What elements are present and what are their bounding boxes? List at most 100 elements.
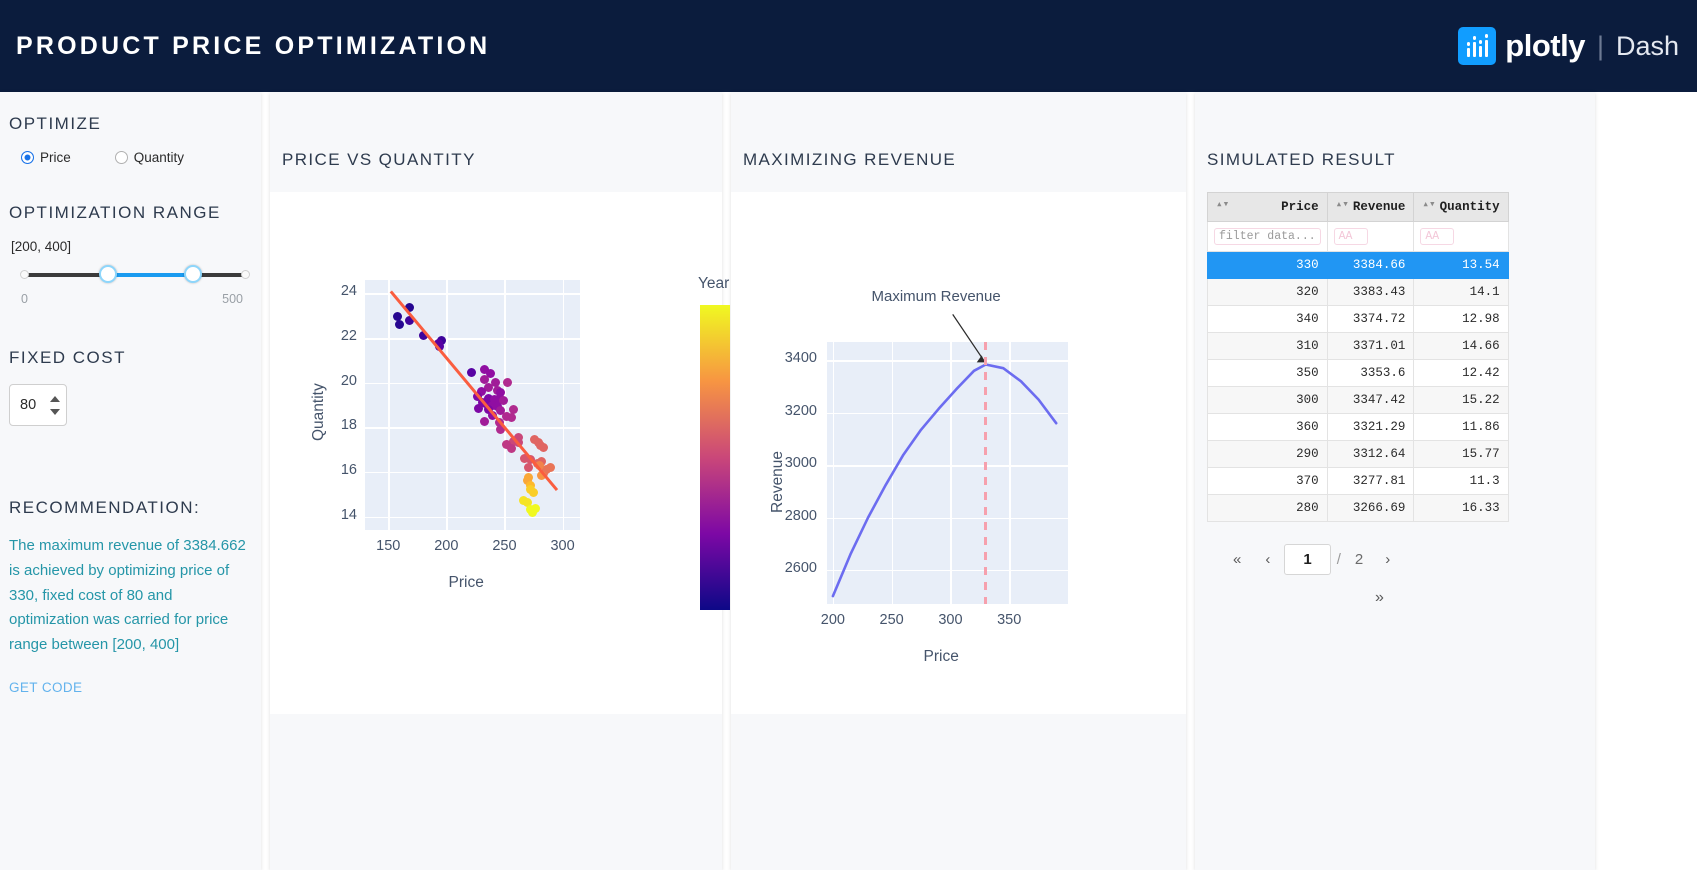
table-card-title: SIMULATED RESULT	[1207, 150, 1396, 169]
price-vs-quantity-plot[interactable]: 14 16 18 20 22 24 150 200 250 300 Price Quantity Yea…	[270, 192, 771, 714]
filter-cell-quantity[interactable]: AA	[1413, 221, 1509, 252]
sort-icon-quantity[interactable]: ▴▾	[1422, 200, 1435, 211]
cell-revenue[interactable]: 3371.01	[1326, 332, 1415, 360]
slider-handle-upper[interactable]	[184, 265, 203, 283]
stepper-decrement-icon[interactable]	[50, 408, 60, 415]
scatter-ytick-label: 24	[340, 283, 357, 300]
page-title: PRODUCT PRICE OPTIMIZATION	[16, 31, 491, 60]
slider-min-dot	[20, 270, 29, 279]
pagination-last-row[interactable]: »	[1365, 589, 1595, 607]
cell-revenue[interactable]: 3277.81	[1326, 467, 1415, 495]
table-row[interactable]: 320 3383.43 14.1	[1207, 278, 1509, 306]
revenue-line	[831, 363, 1058, 598]
scatter-gridline-y	[365, 338, 580, 340]
cell-price[interactable]: 340	[1207, 305, 1328, 333]
pagination-last-button[interactable]: »	[1365, 584, 1394, 611]
cell-price[interactable]: 320	[1207, 278, 1328, 306]
cell-quantity[interactable]: 16.33	[1413, 494, 1509, 522]
cell-price[interactable]: 330	[1207, 251, 1328, 279]
pagination-next-button[interactable]: ›	[1375, 546, 1400, 573]
maximizing-revenue-plot[interactable]: 2600 2800 3000 3200 3400 200 250 300 350 Maximum …	[731, 192, 1186, 714]
cell-quantity[interactable]: 15.77	[1413, 440, 1509, 468]
optimize-radio-group[interactable]: Price Quantity	[9, 150, 251, 165]
table-row[interactable]: 360 3321.29 11.86	[1207, 413, 1509, 441]
brand-product: Dash	[1615, 30, 1679, 61]
colorbar-gradient	[700, 305, 730, 610]
cell-price[interactable]: 290	[1207, 440, 1328, 468]
scatter-ytick-label: 16	[340, 461, 357, 478]
recommendation-title: RECOMMENDATION:	[9, 498, 201, 517]
column-header-revenue[interactable]: ▴▾ Revenue	[1326, 192, 1415, 222]
slider-max-label: 500	[222, 292, 243, 306]
cell-quantity[interactable]: 11.86	[1413, 413, 1509, 441]
cell-quantity[interactable]: 14.66	[1413, 332, 1509, 360]
pagination-current-page[interactable]: 1	[1284, 544, 1331, 575]
radio-button-price[interactable]	[21, 151, 34, 164]
cell-price[interactable]: 310	[1207, 332, 1328, 360]
cell-quantity[interactable]: 11.3	[1413, 467, 1509, 495]
cell-revenue[interactable]: 3384.66	[1326, 251, 1415, 279]
table-row[interactable]: 310 3371.01 14.66	[1207, 332, 1509, 360]
simulated-result-card: SIMULATED RESULT ▴▾ Price ▴▾ Revenue ▴▾ Qua…	[1195, 92, 1595, 870]
radio-label-quantity: Quantity	[133, 150, 185, 165]
table-row[interactable]: 340 3374.72 12.98	[1207, 305, 1509, 333]
slider-max-dot	[241, 270, 250, 279]
cell-revenue[interactable]: 3374.72	[1326, 305, 1415, 333]
filter-input-price[interactable]: filter data...	[1214, 228, 1321, 245]
cell-quantity[interactable]: 15.22	[1413, 386, 1509, 414]
cell-revenue[interactable]: 3312.64	[1326, 440, 1415, 468]
cell-price[interactable]: 360	[1207, 413, 1328, 441]
scatter-point	[529, 487, 538, 497]
simulated-result-table-wrap: ▴▾ Price ▴▾ Revenue ▴▾ Quantity filter data…	[1207, 192, 1595, 522]
cell-revenue[interactable]: 3266.69	[1326, 494, 1415, 522]
cell-price[interactable]: 370	[1207, 467, 1328, 495]
scatter-gridline-x	[504, 280, 506, 530]
filter-input-quantity[interactable]: AA	[1420, 228, 1455, 245]
range-value-readout: [200, 400]	[11, 239, 72, 254]
table-row[interactable]: 300 3347.42 15.22	[1207, 386, 1509, 414]
column-header-price[interactable]: ▴▾ Price	[1207, 192, 1328, 222]
table-row[interactable]: 350 3353.6 12.42	[1207, 359, 1509, 387]
cell-revenue[interactable]: 3347.42	[1326, 386, 1415, 414]
column-header-quantity[interactable]: ▴▾ Quantity	[1413, 192, 1509, 222]
cell-quantity[interactable]: 12.98	[1413, 305, 1509, 333]
cell-quantity[interactable]: 14.1	[1413, 278, 1509, 306]
get-code-link[interactable]: GET CODE	[9, 680, 82, 695]
cell-quantity[interactable]: 12.42	[1413, 359, 1509, 387]
cell-price[interactable]: 300	[1207, 386, 1328, 414]
cell-revenue[interactable]: 3321.29	[1326, 413, 1415, 441]
cell-quantity[interactable]: 13.54	[1413, 251, 1509, 279]
table-pagination[interactable]: « ‹ 1 / 2 ›	[1223, 544, 1595, 575]
pagination-prev-button[interactable]: ‹	[1255, 546, 1280, 573]
filter-input-revenue[interactable]: AA	[1333, 228, 1368, 245]
filter-cell-revenue[interactable]: AA	[1326, 221, 1415, 252]
cell-price[interactable]: 350	[1207, 359, 1328, 387]
max-revenue-vline	[984, 342, 988, 604]
table-row[interactable]: 370 3277.81 11.3	[1207, 467, 1509, 495]
radio-option-quantity[interactable]: Quantity	[114, 150, 185, 165]
radio-button-quantity[interactable]	[114, 151, 128, 164]
revenue-xaxis-label: Price	[923, 648, 959, 665]
radio-option-price[interactable]: Price	[21, 150, 71, 165]
filter-cell-price[interactable]: filter data...	[1207, 221, 1328, 252]
cell-revenue[interactable]: 3353.6	[1326, 359, 1415, 387]
scatter-gridline-y	[365, 293, 580, 295]
sort-icon-revenue[interactable]: ▴▾	[1336, 200, 1349, 211]
pagination-first-button[interactable]: «	[1223, 546, 1251, 573]
optimization-range-slider[interactable]	[20, 262, 250, 288]
cell-price[interactable]: 280	[1207, 494, 1328, 522]
fixed-cost-value[interactable]: 80	[20, 397, 36, 413]
table-row[interactable]: 280 3266.69 16.33	[1207, 494, 1509, 522]
table-filter-row[interactable]: filter data... AA AA	[1207, 221, 1509, 252]
sort-icon-price[interactable]: ▴▾	[1216, 200, 1229, 211]
slider-handle-lower[interactable]	[99, 265, 118, 283]
stepper-increment-icon[interactable]	[50, 395, 60, 402]
stepper-arrows[interactable]	[50, 395, 60, 415]
cell-revenue[interactable]: 3383.43	[1326, 278, 1415, 306]
simulated-result-table[interactable]: ▴▾ Price ▴▾ Revenue ▴▾ Quantity filter data…	[1207, 192, 1509, 522]
table-head: ▴▾ Price ▴▾ Revenue ▴▾ Quantity filter data…	[1207, 192, 1509, 252]
scatter-xtick-label: 250	[492, 538, 517, 554]
table-row[interactable]: 290 3312.64 15.77	[1207, 440, 1509, 468]
fixed-cost-stepper[interactable]: 80	[9, 384, 67, 426]
table-row[interactable]: 330 3384.66 13.54	[1207, 251, 1509, 279]
